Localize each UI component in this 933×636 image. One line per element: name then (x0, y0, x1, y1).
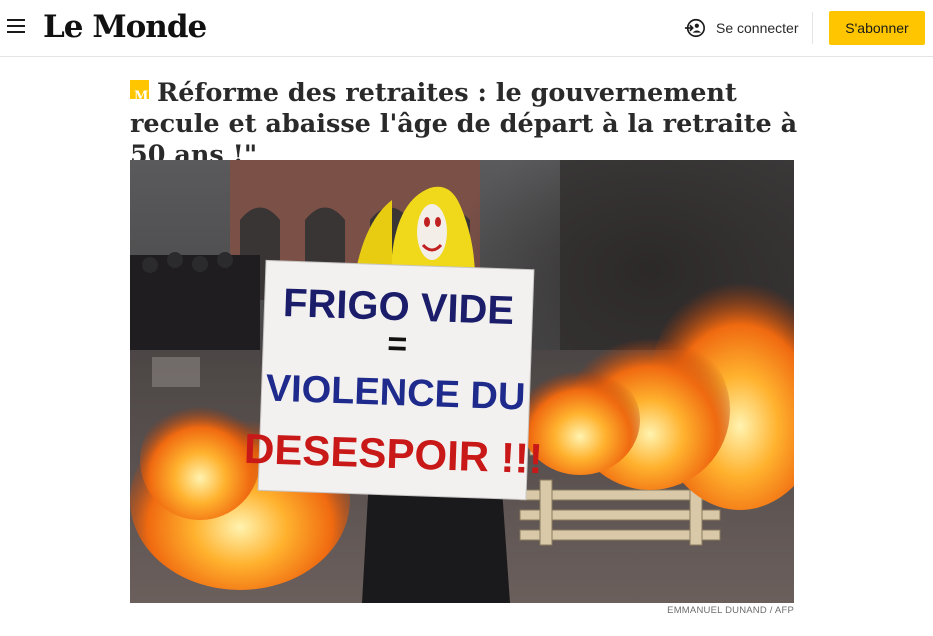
sign-line-2: = (387, 325, 408, 364)
le-monde-m-icon (130, 80, 149, 112)
protest-photo: FRIGO VIDE = VIOLENCE DU DESESPOIR !!! (130, 160, 794, 603)
photo-credit: EMMANUEL DUNAND / AFP (667, 605, 794, 616)
headline-text: Réforme des retraites : le gouvernement … (130, 78, 798, 170)
login-icon (684, 18, 705, 38)
subscribe-button[interactable]: S'abonner (829, 11, 925, 45)
site-header: Le Monde Se connecter S'abonner (0, 0, 933, 57)
site-logo[interactable]: Le Monde (43, 9, 207, 45)
article-headline: Réforme des retraites : le gouvernement … (130, 78, 810, 171)
header-divider (812, 12, 813, 44)
login-button[interactable]: Se connecter (684, 16, 799, 40)
menu-icon[interactable] (7, 19, 25, 34)
login-label: Se connecter (716, 20, 799, 36)
article-photo: FRIGO VIDE = VIOLENCE DU DESESPOIR !!! (130, 160, 794, 603)
